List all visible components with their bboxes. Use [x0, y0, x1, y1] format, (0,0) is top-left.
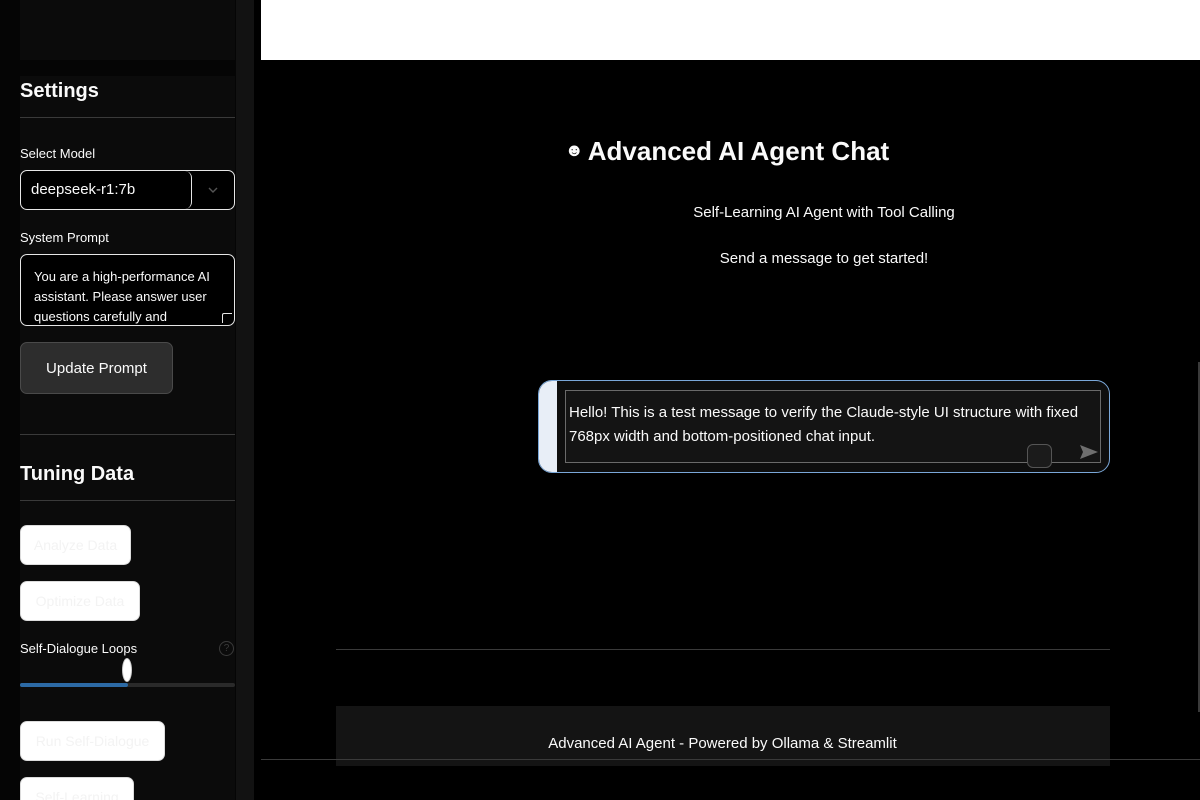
resize-handle-icon[interactable] — [222, 313, 232, 323]
self-dialogue-loops-slider[interactable] — [20, 683, 235, 687]
footer-divider — [336, 649, 1110, 650]
run-self-dialogue-button[interactable]: Run Self-Dialogue — [20, 721, 165, 761]
bottom-divider — [261, 759, 1200, 760]
sidebar-scrollbar[interactable] — [236, 0, 254, 800]
optimize-data-button[interactable]: Optimize Data — [20, 581, 140, 621]
self-learning-button[interactable]: Self-Learning — [20, 777, 134, 800]
model-select-value[interactable]: deepseek-r1:7b — [21, 171, 192, 209]
slider-fill — [20, 683, 128, 687]
page-title-text: Advanced AI Agent Chat — [587, 136, 890, 166]
update-prompt-button[interactable]: Update Prompt — [20, 342, 173, 394]
section-divider — [20, 434, 235, 435]
page-title: ☻ Advanced AI Agent Chat — [254, 136, 1200, 167]
settings-heading: Settings — [20, 80, 99, 102]
sidebar: Settings Select Model deepseek-r1:7b Sys… — [0, 0, 254, 800]
tuning-data-heading: Tuning Data — [20, 463, 135, 485]
analyze-data-button[interactable]: Analyze Data — [20, 525, 131, 565]
robot-face-icon: ☻ — [564, 140, 584, 160]
chat-input-container: Hello! This is a test message to verify … — [538, 380, 1110, 473]
model-select[interactable]: deepseek-r1:7b — [20, 170, 235, 210]
chat-input-accent — [539, 381, 557, 472]
help-icon[interactable]: ? — [219, 641, 234, 656]
settings-divider — [20, 117, 235, 118]
self-dialogue-loops-label: Self-Dialogue Loops — [20, 641, 138, 656]
tuning-divider — [20, 500, 235, 501]
system-prompt-text: You are a high-performance AI assistant.… — [34, 269, 210, 324]
model-label: Select Model — [20, 146, 96, 161]
footer-text: Advanced AI Agent - Powered by Ollama & … — [548, 735, 897, 752]
send-icon[interactable] — [1079, 444, 1099, 460]
sidebar-top-block — [20, 0, 235, 60]
system-prompt-label: System Prompt — [20, 230, 109, 245]
chat-input[interactable]: Hello! This is a test message to verify … — [565, 390, 1101, 463]
page-subtitle: Self-Learning AI Agent with Tool Calling — [693, 204, 955, 221]
slider-thumb[interactable] — [122, 658, 132, 682]
main-area: ☻ Advanced AI Agent Chat Self-Learning AI… — [254, 0, 1200, 800]
get-started-hint: Send a message to get started! — [719, 250, 929, 267]
chevron-down-icon[interactable] — [192, 171, 234, 209]
top-header-bar — [261, 0, 1200, 60]
system-prompt-textarea[interactable]: You are a high-performance AI assistant.… — [20, 254, 235, 326]
attach-button[interactable] — [1027, 444, 1052, 468]
